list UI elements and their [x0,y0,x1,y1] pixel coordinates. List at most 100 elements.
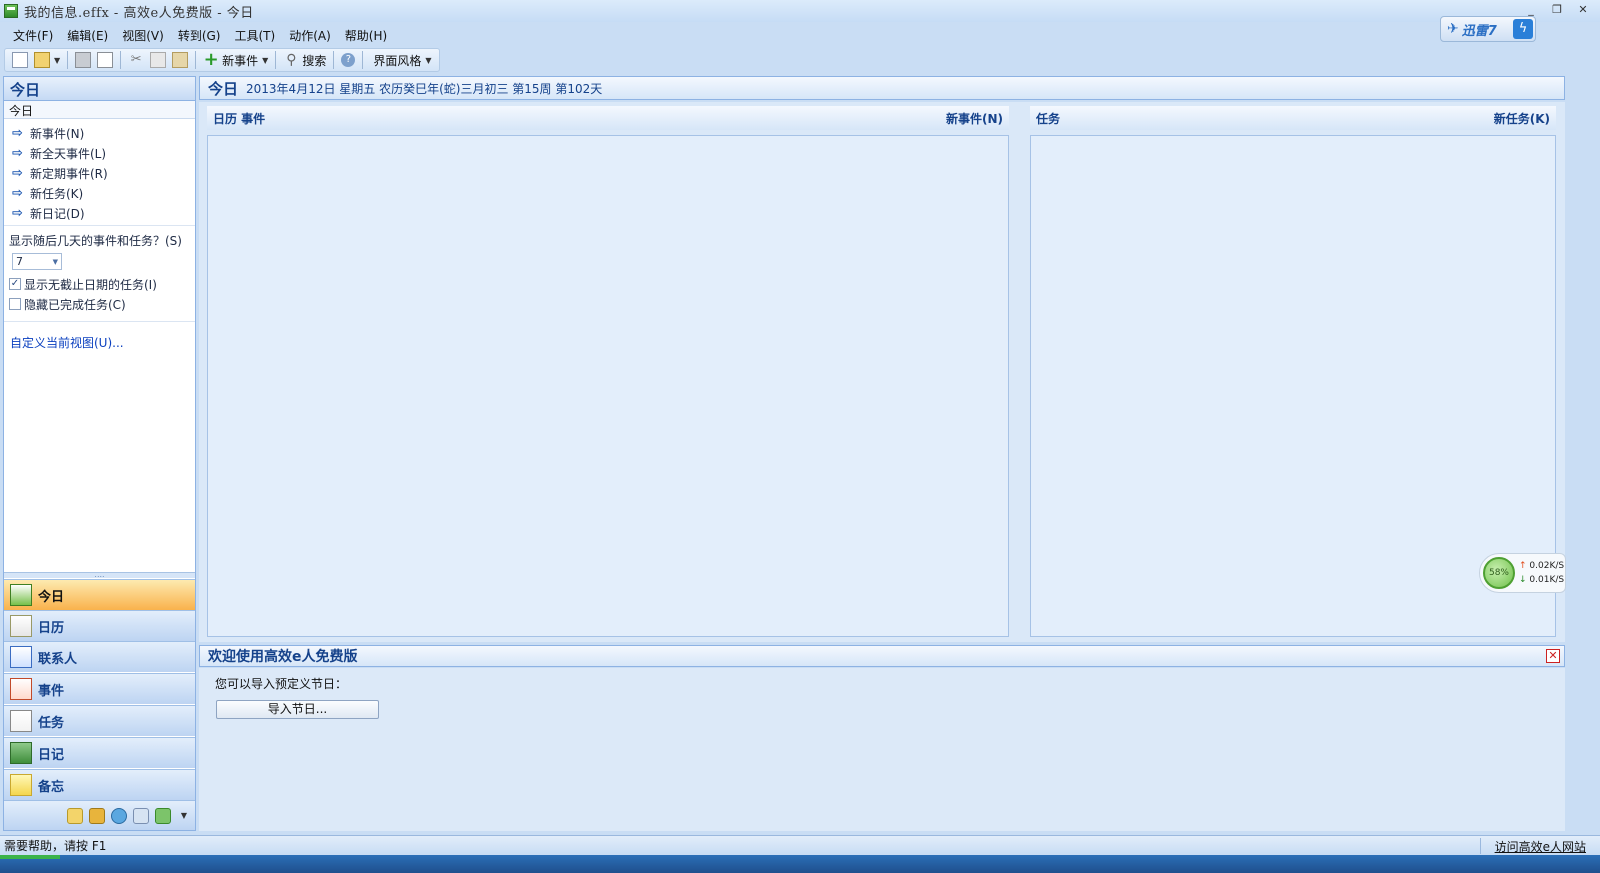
memo-icon [10,774,32,796]
menu-bar: 文件(F) 编辑(E) 视图(V) 转到(G) 工具(T) 动作(A) 帮助(H… [0,24,1440,46]
action-new-event[interactable]: ⇨ 新事件(N) [4,123,195,143]
xunlei-bird-icon: ✈ [1447,21,1459,37]
download-speed: 0.01K/S [1529,575,1565,585]
calendar-events-header: 日历 事件 新事件(N) [207,106,1009,130]
print-button[interactable] [72,50,94,70]
nav-label: 备忘 [38,779,65,795]
toolbar-divider [67,51,69,69]
network-speeds: ↑ 0.02K/S ↓ 0.01K/S [1519,559,1564,587]
upload-speed-row: ↑ 0.02K/S [1519,559,1564,573]
close-icon[interactable]: ✕ [1546,649,1560,663]
new-event-button[interactable]: + 新事件 ▼ [200,50,271,70]
date-info: 2013年4月12日 星期五 农历癸巳年(蛇)三月初三 第15周 第102天 [246,81,603,96]
nav-label: 联系人 [38,651,78,667]
show-no-deadline-checkbox[interactable]: ✓ [9,278,21,290]
search-icon[interactable] [132,807,149,824]
search-button[interactable]: ⚲ 搜索 [280,50,329,70]
status-help-text: 需要帮助，请按 F1 [4,839,107,853]
hide-completed-option[interactable]: 隐藏已完成任务(C) [9,294,190,314]
globe-icon[interactable] [110,807,127,824]
customize-view-link[interactable]: 自定义当前视图(U)... [4,322,195,363]
toolbar-divider [195,51,197,69]
calendar-events-title: 日历 事件 [213,111,266,126]
paste-icon [172,52,189,68]
quick-actions: ⇨ 新事件(N) ⇨ 新全天事件(L) ⇨ 新定期事件(R) ⇨ 新任务(K) ⇨ 新日记… [4,119,195,226]
home-icon [10,584,32,606]
help-button[interactable]: ? [338,50,358,70]
action-new-task[interactable]: ⇨ 新任务(K) [4,183,195,203]
nav-diary[interactable]: 日记 [4,737,195,768]
tasks-header: 任务 新任务(K) [1030,106,1556,130]
print-preview-button[interactable] [94,50,116,70]
copy-button[interactable] [147,50,169,70]
nav-memo[interactable]: 备忘 [4,769,195,800]
sync-icon[interactable] [154,807,171,824]
action-label: 新定期事件(R) [30,166,108,181]
main-body: 日历 事件 新事件(N) 任务 新任务(K) [199,102,1565,642]
theme-button[interactable]: 界面风格 ▼ [367,50,434,70]
action-new-allday-event[interactable]: ⇨ 新全天事件(L) [4,143,195,163]
menu-file[interactable]: 文件(F) [6,27,60,44]
menu-help[interactable]: 帮助(H) [338,27,394,44]
tasks-area[interactable] [1030,135,1556,637]
action-new-recurring-event[interactable]: ⇨ 新定期事件(R) [4,163,195,183]
main-header: 今日 2013年4月12日 星期五 农历癸巳年(蛇)三月初三 第15周 第102… [199,76,1565,100]
cut-button[interactable]: ✂ [125,50,147,70]
nav-label: 今日 [38,589,65,605]
network-speed-widget[interactable]: 58% ↑ 0.02K/S ↓ 0.01K/S [1479,553,1566,593]
new-task-link[interactable]: 新任务(K) [1494,110,1550,127]
close-button[interactable]: ✕ [1572,2,1594,18]
copy-icon [150,52,167,68]
menu-goto[interactable]: 转到(G) [171,27,228,44]
calendar-events-area[interactable] [207,135,1009,637]
nav-tasks[interactable]: 任务 [4,705,195,736]
days-select[interactable]: 7 ▼ [12,253,62,270]
events-icon [10,678,32,700]
show-no-deadline-label: 显示无截止日期的任务(I) [24,277,157,292]
welcome-body: 您可以导入预定义节日： 导入节日... [199,668,1565,831]
arrow-right-icon: ⇨ [12,165,23,181]
menu-view[interactable]: 视图(V) [115,27,171,44]
xunlei-label: 迅雷7 [1461,23,1497,39]
theme-label: 界面风格 [373,53,422,68]
arrow-right-icon: ⇨ [12,125,23,141]
open-button[interactable]: ▼ [31,50,63,70]
pane-splitter[interactable]: .... [4,571,195,579]
new-event-link[interactable]: 新事件(N) [946,110,1003,127]
network-usage-gauge: 58% [1483,557,1515,589]
chevron-down-icon[interactable]: ▼ [181,811,187,820]
menu-edit[interactable]: 编辑(E) [60,27,115,44]
import-holidays-button[interactable]: 导入节日... [216,700,379,719]
new-file-icon [12,52,28,68]
menu-tools[interactable]: 工具(T) [227,27,282,44]
nav-events[interactable]: 事件 [4,673,195,704]
window-title: 我的信息.effx - 高效e人免费版 - 今日 [24,5,254,21]
nav-today[interactable]: 今日 [4,579,195,610]
xunlei-widget[interactable]: ✈ 迅雷7 ϟ [1440,16,1536,42]
hide-completed-checkbox[interactable] [9,298,21,310]
app-window: 我的信息.effx - 高效e人免费版 - 今日 _ ❐ ✕ ✈ 迅雷7 ϟ 文… [0,0,1600,873]
key-icon[interactable] [88,807,105,824]
help-icon: ? [341,53,356,67]
status-bar: 需要帮助，请按 F1 访问高效e人网站 [0,835,1600,855]
upload-speed: 0.02K/S [1529,561,1565,571]
toolbar-divider [275,51,277,69]
action-new-diary[interactable]: ⇨ 新日记(D) [4,203,195,223]
visit-website-link[interactable]: 访问高效e人网站 [1495,838,1586,855]
tasks-icon [10,710,32,732]
days-select-value: 7 [16,255,23,268]
lightning-icon: ϟ [1513,19,1533,39]
status-divider [1480,838,1481,854]
nav-label: 任务 [38,715,65,731]
action-label: 新任务(K) [30,186,84,201]
nav-label: 日历 [38,620,65,636]
nav-calendar[interactable]: 日历 [4,610,195,641]
clipboard-icon[interactable] [66,807,83,824]
nav-contacts[interactable]: 联系人 [4,641,195,672]
arrow-up-icon: ↑ [1519,561,1527,571]
paste-button[interactable] [169,50,191,70]
menu-actions[interactable]: 动作(A) [282,27,338,44]
new-file-button[interactable] [9,50,31,70]
show-no-deadline-option[interactable]: ✓ 显示无截止日期的任务(I) [9,274,190,294]
restore-button[interactable]: ❐ [1546,2,1568,18]
